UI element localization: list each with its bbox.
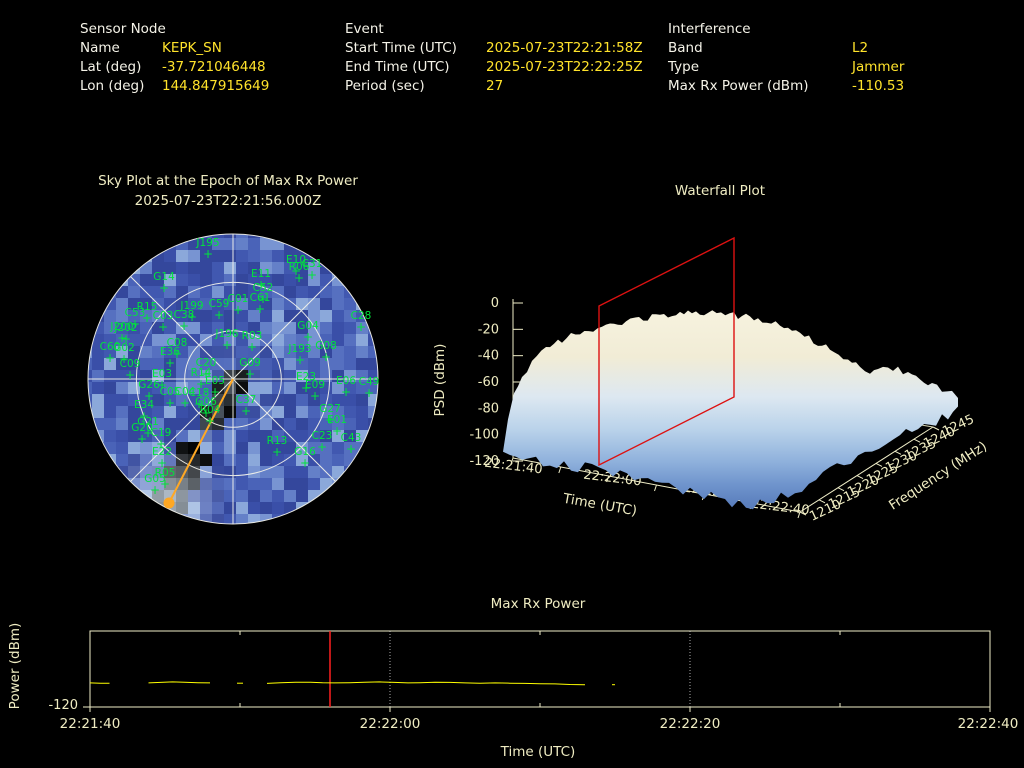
satellite-position-cross: +	[346, 442, 356, 456]
satellite-position-cross: +	[137, 432, 147, 446]
satellite-position-cross: +	[150, 483, 160, 497]
satellite-position-cross: +	[295, 353, 305, 367]
satellite-position-cross: +	[364, 386, 374, 400]
psd-tick-label: -40	[478, 349, 499, 364]
satellite-position-cross: +	[233, 303, 243, 317]
power-time-tick-label: 22:22:20	[660, 716, 721, 732]
waterfall-time-tick-label: 22:21:40	[484, 456, 544, 478]
power-time-tick-label: 22:22:00	[360, 716, 421, 732]
satellite-position-cross: +	[321, 350, 331, 364]
waterfall-plot: 0-20-40-60-80-100-12022:21:4022:22:0022:…	[469, 236, 977, 525]
satellite-position-cross: +	[158, 320, 168, 334]
satellite-position-cross: +	[303, 330, 313, 344]
satellite-position-cross: +	[165, 396, 175, 410]
satellite-position-cross: +	[222, 338, 232, 352]
satellite-position-cross: +	[356, 320, 366, 334]
satellite-position-cross: +	[307, 268, 317, 282]
plots-canvas: J195+G14+E10+R06+C31+E11+C52+C61+C01+C59…	[60, 233, 1019, 732]
satellite-position-cross: +	[159, 281, 169, 295]
satellite-position-cross: +	[310, 389, 320, 403]
satellite-position-cross: +	[214, 308, 224, 322]
satellite-position-cross: +	[294, 271, 304, 285]
psd-tick-label: -20	[478, 322, 499, 337]
max-rx-power-trace	[266, 681, 586, 686]
power-tick-labels: 22:21:40 22:22:00 22:22:20 22:22:40	[60, 716, 1019, 732]
psd-surface	[503, 310, 958, 510]
power-time-tick-label: 22:22:40	[958, 716, 1019, 732]
satellite-position-cross: +	[300, 456, 310, 470]
satellite-position-cross: +	[179, 319, 189, 333]
power-plot-axes	[83, 630, 991, 712]
satellite-position-cross: +	[317, 440, 327, 454]
max-rx-power-plot: 22:21:40 22:22:00 22:22:20 22:22:40	[60, 630, 1019, 732]
gnss-interference-dashboard: Sensor Node Name KEPK_SN Lat (deg) -37.7…	[0, 0, 1024, 768]
satellite-position-cross: +	[205, 414, 215, 428]
psd-tick-label: 0	[491, 296, 499, 311]
satellite-position-cross: +	[241, 404, 251, 418]
max-rx-power-trace	[148, 681, 211, 684]
satellite-position-cross: +	[203, 247, 213, 261]
jammer-location-marker	[163, 497, 175, 509]
satellite-position-cross: +	[125, 368, 135, 382]
satellite-position-cross: +	[247, 340, 257, 354]
satellite-position-cross: +	[255, 302, 265, 316]
satellite-position-cross: +	[341, 385, 351, 399]
skyplot: J195+G14+E10+R06+C31+E11+C52+C61+C01+C59…	[87, 233, 379, 525]
psd-tick-label: -100	[469, 428, 499, 443]
psd-tick-label: -80	[478, 401, 499, 416]
psd-tick-label: -60	[478, 375, 499, 390]
satellite-position-cross: +	[272, 445, 282, 459]
power-time-tick-label: 22:21:40	[60, 716, 121, 732]
satellite-position-cross: +	[245, 367, 255, 381]
